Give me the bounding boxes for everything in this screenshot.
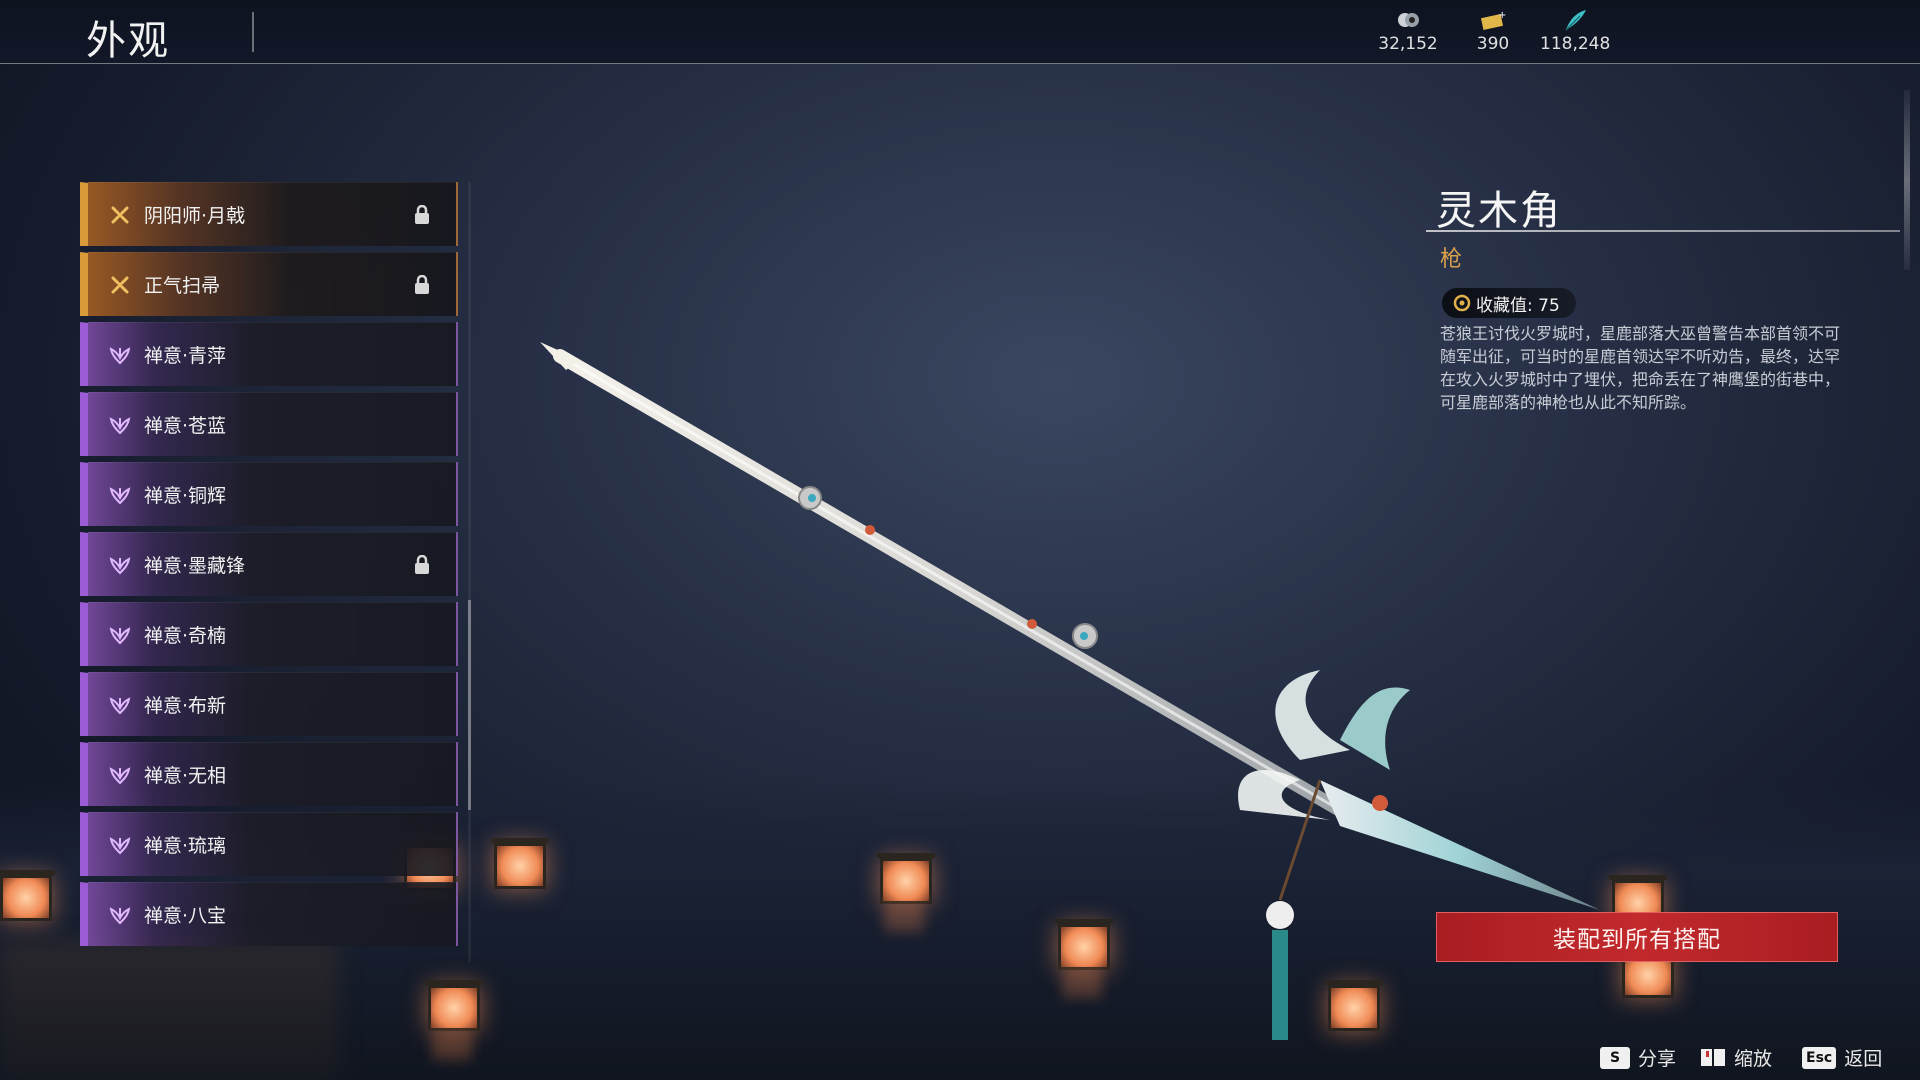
- skin-list: 阴阳师·月戟 正气扫帚禅意·青萍禅意·苍蓝禅意·铜辉禅意·墨藏锋 禅意·奇楠禅意·布…: [80, 182, 460, 952]
- list-item-label: 禅意·奇楠: [144, 625, 227, 647]
- lotus-icon: [108, 763, 132, 787]
- list-item[interactable]: 禅意·铜辉: [80, 462, 458, 526]
- cross-blades-icon: [108, 203, 132, 227]
- list-scrollbar-thumb[interactable]: [468, 600, 471, 810]
- item-name: 灵木角: [1436, 188, 1562, 234]
- share-hint[interactable]: S 分享: [1600, 1044, 1676, 1071]
- blurred-overlay: [0, 940, 340, 1080]
- list-item[interactable]: 禅意·无相: [80, 742, 458, 806]
- list-item[interactable]: 禅意·琉璃: [80, 812, 458, 876]
- list-item[interactable]: 阴阳师·月戟: [80, 182, 458, 246]
- collection-value-badge: 收藏值: 75: [1442, 288, 1576, 318]
- list-item[interactable]: 禅意·布新: [80, 672, 458, 736]
- list-item-label: 禅意·墨藏锋: [144, 555, 246, 577]
- lantern: [425, 980, 483, 1031]
- lotus-icon: [108, 483, 132, 507]
- zoom-label: 缩放: [1734, 1048, 1773, 1070]
- list-item-label: 禅意·青萍: [144, 345, 227, 367]
- list-item[interactable]: 禅意·苍蓝: [80, 392, 458, 456]
- list-item-label: 禅意·铜辉: [144, 485, 227, 507]
- equip-all-button[interactable]: 装配到所有搭配: [1436, 912, 1838, 962]
- list-item-label: 禅意·布新: [144, 695, 227, 717]
- key-esc: Esc: [1802, 1046, 1837, 1069]
- page-title: 外观: [86, 18, 170, 64]
- lock-icon: [415, 205, 429, 224]
- item-type: 枪: [1440, 247, 1463, 272]
- right-scroll-indicator: [1904, 90, 1910, 270]
- lock-icon: [415, 275, 429, 294]
- name-underline: [1426, 230, 1900, 232]
- currency-ticket: + 390: [1468, 8, 1518, 54]
- top-divider: [0, 63, 1920, 64]
- ticket-icon: +: [1480, 10, 1506, 30]
- lotus-icon: [108, 693, 132, 717]
- currency-value: 32,152: [1378, 34, 1438, 54]
- list-item[interactable]: 禅意·墨藏锋: [80, 532, 458, 596]
- back-label: 返回: [1844, 1048, 1883, 1070]
- lantern: [0, 870, 55, 921]
- key-s: S: [1600, 1046, 1630, 1069]
- lantern: [491, 838, 549, 889]
- list-item-label: 禅意·八宝: [144, 905, 227, 927]
- lotus-icon: [108, 343, 132, 367]
- list-item[interactable]: 禅意·奇楠: [80, 602, 458, 666]
- list-item[interactable]: 正气扫帚: [80, 252, 458, 316]
- currency-value: 390: [1476, 34, 1510, 54]
- list-item-label: 阴阳师·月戟: [144, 205, 246, 227]
- currency-feather: 118,248: [1540, 8, 1610, 54]
- list-scrollbar-track[interactable]: [468, 182, 471, 962]
- book-icon: [1701, 1048, 1725, 1066]
- cross-blades-icon: [108, 273, 132, 297]
- lock-icon: [415, 555, 429, 574]
- list-item-label: 禅意·无相: [144, 765, 227, 787]
- list-item-label: 禅意·苍蓝: [144, 415, 227, 437]
- currency-coin: 32,152: [1378, 8, 1438, 54]
- back-hint[interactable]: Esc 返回: [1802, 1044, 1882, 1071]
- collection-icon: [1453, 294, 1471, 312]
- title-separator: [252, 12, 254, 52]
- list-item-label: 正气扫帚: [144, 275, 221, 297]
- collection-value: 收藏值: 75: [1476, 295, 1560, 316]
- lantern-reflection: [432, 1030, 472, 1060]
- lotus-icon: [108, 413, 132, 437]
- item-description: 苍狼王讨伐火罗城时，星鹿部落大巫曾警告本部首领不可随军出征，可当时的星鹿首领达罕…: [1440, 324, 1841, 412]
- top-bar: [0, 0, 1920, 64]
- lotus-icon: [108, 553, 132, 577]
- list-item[interactable]: 禅意·八宝: [80, 882, 458, 946]
- zoom-hint[interactable]: 缩放: [1700, 1044, 1772, 1071]
- svg-text:+: +: [1498, 10, 1506, 21]
- feather-icon: [1565, 10, 1586, 31]
- lotus-icon: [108, 833, 132, 857]
- coin-icon: [1398, 13, 1419, 27]
- list-item-label: 禅意·琉璃: [144, 835, 227, 857]
- share-label: 分享: [1638, 1048, 1677, 1070]
- list-item[interactable]: 禅意·青萍: [80, 322, 458, 386]
- lotus-icon: [108, 903, 132, 927]
- currency-value: 118,248: [1540, 34, 1611, 54]
- lotus-icon: [108, 623, 132, 647]
